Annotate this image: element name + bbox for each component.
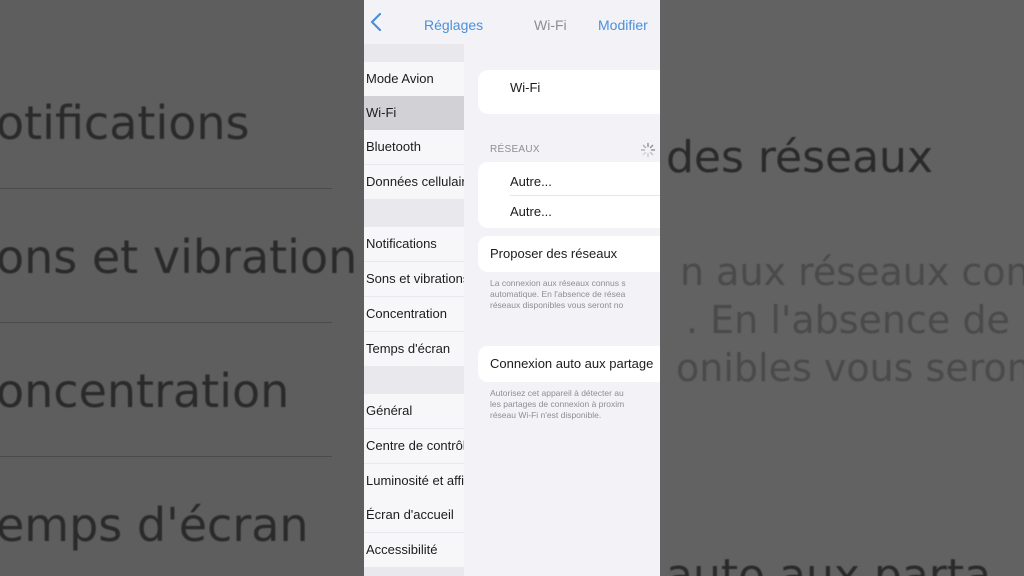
other-network-1[interactable]: Autre...: [510, 174, 552, 189]
bg-text: n aux réseaux connu: [680, 250, 1024, 294]
sidebar-item-accessibility[interactable]: Accessibilité: [364, 533, 464, 567]
sidebar-item-airplane-mode[interactable]: Mode Avion: [364, 62, 464, 96]
footer-line: automatique. En l'absence de résea: [490, 289, 626, 299]
sidebar-item-screen-time[interactable]: Temps d'écran: [364, 332, 464, 366]
loading-spinner-icon: [640, 142, 656, 158]
back-button[interactable]: Réglages: [424, 17, 483, 33]
bg-divider: [0, 188, 332, 189]
bg-text: . En l'absence de rés: [686, 298, 1024, 342]
footer-line: les partages de connexion à proxim: [490, 399, 625, 409]
sidebar-item-cellular[interactable]: Données cellulaires: [364, 165, 464, 199]
bg-text: ons et vibration: [0, 230, 358, 284]
networks-list: Autre... Autre...: [478, 162, 660, 228]
background-left: otifications ons et vibration oncentrati…: [0, 0, 364, 576]
auto-join-hotspot-row[interactable]: Connexion auto aux partage: [478, 346, 660, 382]
other-network-2[interactable]: Autre...: [510, 204, 552, 219]
bg-text: oncentration: [0, 364, 290, 418]
sidebar-item-focus[interactable]: Concentration: [364, 297, 464, 331]
navigation-bar: Réglages Wi-Fi Modifier: [364, 0, 660, 44]
sidebar-item-wifi[interactable]: Wi-Fi: [364, 96, 464, 130]
sidebar-item-display[interactable]: Luminosité et affichage: [364, 464, 464, 498]
bg-text: auto aux parta: [666, 550, 992, 576]
page-title: Wi-Fi: [534, 17, 567, 33]
footer-line: réseau Wi-Fi n'est disponible.: [490, 410, 602, 420]
bg-text: des réseaux: [666, 132, 933, 183]
background-right: des réseaux n aux réseaux connu . En l'a…: [660, 0, 1024, 576]
wifi-detail-pane: Wi-Fi RÉSEAUX Autre... Autre... Proposer…: [464, 44, 660, 576]
ask-to-join-label: Proposer des réseaux: [490, 246, 618, 261]
bg-text: emps d'écran: [0, 498, 309, 552]
row-divider: [510, 195, 660, 196]
networks-section-header: RÉSEAUX: [490, 144, 540, 155]
footer-line: réseaux disponibles vous seront no: [490, 300, 624, 310]
ask-to-join-row[interactable]: Proposer des réseaux: [478, 236, 660, 272]
auto-join-hotspot-label: Connexion auto aux partage: [490, 356, 654, 371]
wifi-row-label: Wi-Fi: [510, 80, 541, 95]
sidebar-item-control-center[interactable]: Centre de contrôle: [364, 429, 464, 463]
footer-line: La connexion aux réseaux connus s: [490, 278, 626, 288]
sidebar-item-general[interactable]: Général: [364, 394, 464, 428]
settings-screen: Réglages Wi-Fi Modifier Mode Avion Wi-Fi…: [364, 0, 660, 576]
footer-line: Autorisez cet appareil à détecter au: [490, 388, 624, 398]
ask-to-join-footer: La connexion aux réseaux connus s automa…: [490, 278, 660, 311]
bg-divider: [0, 456, 332, 457]
sidebar-item-home-screen[interactable]: Écran d'accueil: [364, 498, 464, 532]
sidebar: Mode Avion Wi-Fi Bluetooth Données cellu…: [364, 44, 464, 576]
sidebar-item-sounds[interactable]: Sons et vibrations: [364, 262, 464, 296]
bg-text: otifications: [0, 96, 250, 150]
sidebar-item-notifications[interactable]: Notifications: [364, 227, 464, 261]
bg-divider: [0, 322, 332, 323]
sidebar-item-bluetooth[interactable]: Bluetooth: [364, 130, 464, 164]
wifi-toggle-row[interactable]: Wi-Fi: [478, 70, 660, 114]
chevron-left-icon[interactable]: [370, 13, 388, 33]
bg-text: onibles vous seront: [676, 346, 1024, 390]
auto-join-hotspot-footer: Autorisez cet appareil à détecter au les…: [490, 388, 660, 421]
edit-button[interactable]: Modifier: [598, 17, 648, 33]
